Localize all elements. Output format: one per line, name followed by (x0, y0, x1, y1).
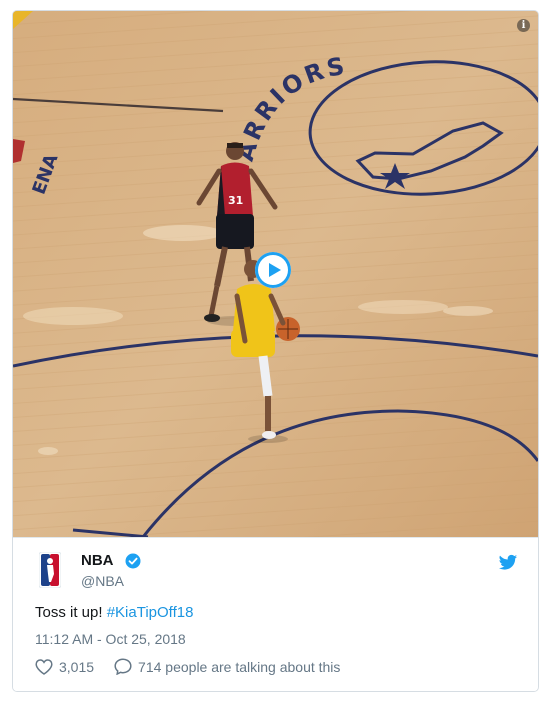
tweet-timestamp[interactable]: 11:12 AM - Oct 25, 2018 (35, 631, 186, 647)
info-icon[interactable]: i (517, 19, 530, 32)
tweet-actions: 3,015 714 people are talking about this (35, 658, 340, 675)
conversation-count[interactable]: 714 people are talking about this (138, 659, 340, 675)
hashtag-link[interactable]: #KiaTipOff18 (107, 604, 194, 621)
tweet-embed-card: WARRIORS ENA 31 (12, 10, 539, 692)
tweet-text-body: Toss it up! (35, 604, 107, 621)
display-name[interactable]: NBA (81, 552, 114, 569)
play-icon (269, 263, 281, 277)
twitter-bird-icon[interactable] (498, 554, 518, 572)
tweet-text: Toss it up! #KiaTipOff18 (35, 604, 193, 621)
user-handle[interactable]: @NBA (81, 573, 124, 589)
video-thumbnail[interactable]: WARRIORS ENA 31 (13, 11, 538, 537)
svg-text:31: 31 (228, 194, 243, 207)
verified-icon (125, 553, 141, 569)
heart-icon[interactable] (35, 658, 53, 675)
play-button[interactable] (255, 252, 291, 288)
nba-logo[interactable] (39, 552, 61, 588)
like-count: 3,015 (59, 658, 95, 675)
reply-bubble-icon[interactable] (114, 658, 132, 675)
tweet-body: NBA @NBA Toss it up! #KiaTipOff18 11:12 … (13, 537, 538, 691)
